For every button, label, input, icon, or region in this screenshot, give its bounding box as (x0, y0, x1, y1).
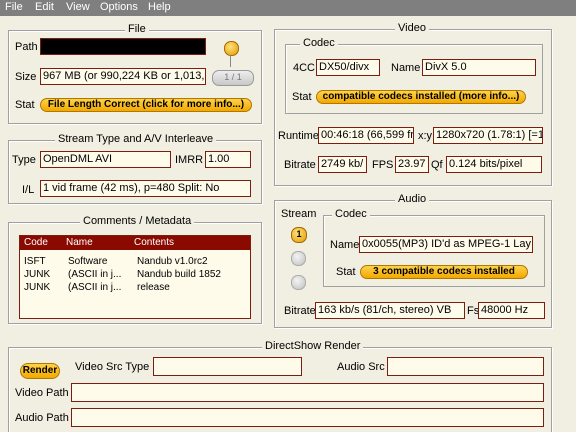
path-slider-knob[interactable] (224, 41, 239, 56)
interleave-field[interactable]: 1 vid frame (42 ms), p=480 Split: No (40, 180, 251, 197)
fps-label: FPS (372, 159, 394, 171)
video-codec-title: Codec (300, 37, 338, 49)
video-src-type-label: Video Src Type (75, 361, 150, 373)
file-stat-button[interactable]: File Length Correct (click for more info… (40, 98, 252, 112)
video-path-label: Video Path (15, 387, 69, 399)
audio-stream-3-button[interactable] (291, 275, 306, 290)
size-field[interactable]: 967 MB (or 990,224 KB or 1,013, (40, 68, 206, 85)
audio-src-field[interactable] (387, 357, 544, 376)
audio-name-field[interactable]: 0x0055(MP3) ID'd as MPEG-1 Lay (359, 236, 533, 253)
runtime-field[interactable]: 00:46:18 (66,599 fr (318, 127, 414, 144)
menu-view[interactable]: View (66, 1, 90, 13)
type-label: Type (12, 154, 36, 166)
video-title: Video (395, 22, 429, 34)
video-name-field[interactable]: DivX 5.0 (422, 59, 536, 76)
imrr-label: IMRR (175, 154, 204, 166)
menu-edit[interactable]: Edit (35, 1, 54, 13)
file-counter[interactable]: 1 / 1 (212, 70, 254, 86)
stream-type-title: Stream Type and A/V Interleave (55, 133, 217, 145)
menu-options[interactable]: Options (100, 1, 138, 13)
file-counter-text: 1 / 1 (224, 72, 242, 82)
size-label: Size (15, 71, 37, 83)
list-item[interactable]: JUNK (ASCII in j... Nandub build 1852 (20, 269, 250, 282)
audio-stream-1-button[interactable]: 1 (291, 227, 307, 243)
list-item[interactable]: ISFT Software Nandub v1.0rc2 (20, 256, 250, 269)
fourcc-field[interactable]: DX50/divx (316, 59, 380, 76)
fps-field[interactable]: 23.97 (395, 156, 429, 173)
stream-type-group: Stream Type and A/V Interleave Type Open… (8, 133, 262, 204)
audio-path-label: Audio Path (15, 412, 69, 424)
col-name[interactable]: Name (66, 237, 93, 248)
menu-help[interactable]: Help (148, 1, 171, 13)
video-group: Video Codec 4CC DX50/divx Name DivX 5.0 … (274, 22, 552, 186)
audio-path-field[interactable] (71, 408, 544, 427)
col-code[interactable]: Code (24, 237, 48, 248)
file-stat-label: Stat (15, 99, 35, 111)
audio-title: Audio (395, 193, 430, 205)
video-stat-button[interactable]: compatible codecs installed (more info..… (316, 90, 526, 104)
video-codec-group: Codec 4CC DX50/divx Name DivX 5.0 Stat c… (285, 37, 543, 114)
audio-stream-label: Stream (281, 208, 317, 220)
menu-bar: File Edit View Options Help (0, 0, 576, 16)
row-contents: Nandub v1.0rc2 (137, 256, 208, 267)
col-contents[interactable]: Contents (134, 237, 174, 248)
row-contents: release (137, 282, 170, 293)
list-item[interactable]: JUNK (ASCII in j... release (20, 282, 250, 295)
row-name: (ASCII in j... (68, 269, 122, 280)
path-slider-track (230, 55, 231, 67)
row-code: JUNK (24, 282, 51, 293)
audio-stat-button[interactable]: 3 compatible codecs installed (360, 265, 528, 279)
video-name-label: Name (391, 62, 421, 74)
row-code: ISFT (24, 256, 46, 267)
interleave-label: I/L (22, 184, 35, 196)
file-group-title: File (125, 23, 149, 35)
video-path-field[interactable] (71, 383, 544, 402)
menu-file[interactable]: File (5, 1, 23, 13)
audio-codec-title: Codec (332, 208, 370, 220)
audio-bitrate-field[interactable]: 163 kb/s (81/ch, stereo) VB (315, 302, 465, 319)
audio-bitrate-label: Bitrate (284, 305, 316, 317)
fs-field[interactable]: 48000 Hz (478, 302, 545, 319)
render-button[interactable]: Render (20, 363, 60, 379)
runtime-label: Runtime (278, 130, 319, 142)
row-code: JUNK (24, 269, 51, 280)
directshow-group: DirectShow Render Render Video Src Type … (8, 340, 552, 432)
fourcc-label: 4CC (293, 62, 316, 74)
video-src-type-field[interactable] (153, 357, 302, 376)
qf-label: Qf (431, 159, 443, 171)
directshow-title: DirectShow Render (262, 340, 364, 352)
comments-group: Comments / Metadata Code Name Contents I… (8, 215, 262, 324)
xy-field[interactable]: 1280x720 (1.78:1) [=1 (433, 127, 543, 144)
audio-group: Audio Stream 1 Codec Name 0x0055(MP3) ID… (274, 193, 552, 328)
row-contents: Nandub build 1852 (137, 269, 221, 280)
audio-stream-1-number: 1 (296, 229, 302, 239)
row-name: (ASCII in j... (68, 282, 122, 293)
audio-stream-2-button[interactable] (291, 251, 306, 266)
qf-field[interactable]: 0.124 bits/pixel (446, 156, 542, 173)
metadata-list[interactable]: Code Name Contents ISFT Software Nandub … (19, 235, 251, 319)
type-field[interactable]: OpenDML AVI (40, 151, 171, 168)
row-name: Software (68, 256, 108, 267)
imrr-field[interactable]: 1.00 (205, 151, 251, 168)
audio-stat-label: Stat (336, 266, 356, 278)
comments-title: Comments / Metadata (80, 215, 195, 227)
audio-name-label: Name (330, 239, 360, 251)
file-group: File Path Size 967 MB (or 990,224 KB or … (8, 23, 262, 124)
audio-codec-group: Codec Name 0x0055(MP3) ID'd as MPEG-1 La… (323, 208, 545, 287)
xy-label: x:y (418, 130, 433, 142)
metadata-list-header: Code Name Contents (20, 236, 250, 250)
audio-src-label: Audio Src (337, 361, 385, 373)
video-stat-label: Stat (292, 91, 312, 103)
path-field[interactable] (40, 38, 206, 55)
path-label: Path (15, 41, 38, 53)
video-bitrate-field[interactable]: 2749 kb/ (318, 156, 367, 173)
video-bitrate-label: Bitrate (284, 159, 316, 171)
